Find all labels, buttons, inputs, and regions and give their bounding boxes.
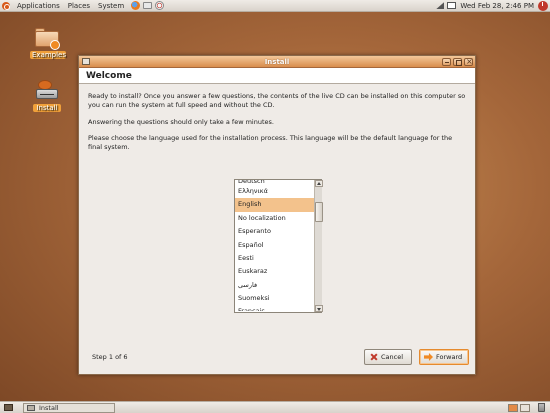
cancel-button[interactable]: Cancel bbox=[364, 349, 412, 365]
cancel-label: Cancel bbox=[381, 353, 404, 361]
install-window: Install Welcome Ready to install? Once y… bbox=[78, 55, 476, 375]
install-drive-icon[interactable] bbox=[36, 80, 58, 104]
window-controls bbox=[440, 57, 473, 66]
top-panel: Applications Places System Wed Feb 28, 2… bbox=[0, 0, 550, 12]
intro-text: Ready to install? Once you answer a few … bbox=[79, 84, 475, 152]
workspace-2[interactable] bbox=[520, 403, 530, 412]
taskbar-label: Install bbox=[39, 403, 59, 412]
list-item[interactable]: Eesti bbox=[235, 252, 321, 265]
page-title: Welcome bbox=[86, 70, 132, 81]
list-item[interactable]: Esperanto bbox=[235, 225, 321, 238]
cancel-icon bbox=[369, 353, 378, 361]
list-item[interactable]: No localization bbox=[235, 212, 321, 225]
list-item[interactable]: Français bbox=[235, 306, 321, 311]
panel-tray: Wed Feb 28, 2:46 PM bbox=[436, 0, 550, 11]
workspace-switcher bbox=[506, 403, 530, 412]
step-indicator: Step 1 of 6 bbox=[92, 353, 128, 361]
menu-applications[interactable]: Applications bbox=[13, 2, 64, 10]
minimize-icon[interactable] bbox=[442, 57, 451, 66]
scroll-down-icon[interactable] bbox=[315, 305, 323, 312]
show-desktop-icon[interactable] bbox=[4, 404, 13, 411]
power-icon[interactable] bbox=[538, 0, 548, 11]
help-icon[interactable] bbox=[155, 1, 165, 10]
install-label[interactable]: Install bbox=[33, 104, 61, 112]
clock[interactable]: Wed Feb 28, 2:46 PM bbox=[460, 2, 534, 10]
forward-label: Forward bbox=[436, 353, 463, 361]
language-list[interactable]: Deutsch Ελληνικά English No localization… bbox=[234, 179, 322, 313]
firefox-icon[interactable] bbox=[131, 1, 141, 10]
network-icon[interactable] bbox=[436, 2, 445, 9]
list-item[interactable]: Suomeksi bbox=[235, 292, 321, 305]
install-task-icon bbox=[27, 404, 35, 411]
mail-icon[interactable] bbox=[143, 2, 153, 9]
forward-arrow-icon bbox=[424, 353, 433, 361]
menu-places[interactable]: Places bbox=[64, 2, 94, 10]
list-item[interactable]: فارسی bbox=[235, 279, 321, 292]
examples-folder-icon[interactable] bbox=[35, 27, 60, 50]
forward-button[interactable]: Forward bbox=[419, 349, 469, 365]
trash-icon[interactable] bbox=[538, 403, 545, 412]
bottom-panel: Install bbox=[0, 401, 550, 413]
intro-paragraph-1: Ready to install? Once you answer a few … bbox=[88, 92, 466, 109]
scroll-thumb[interactable] bbox=[315, 202, 323, 222]
scroll-up-icon[interactable] bbox=[315, 180, 323, 187]
close-icon[interactable] bbox=[464, 57, 473, 66]
ubuntu-logo-icon[interactable] bbox=[2, 1, 10, 10]
intro-paragraph-3: Please choose the language used for the … bbox=[88, 134, 453, 152]
maximize-icon[interactable] bbox=[453, 57, 462, 66]
window-titlebar[interactable]: Install bbox=[79, 56, 475, 68]
examples-label[interactable]: Examples bbox=[30, 51, 66, 59]
list-item[interactable]: Español bbox=[235, 239, 321, 252]
intro-paragraph-2: Answering the questions should only take… bbox=[88, 117, 274, 126]
window-title: Install bbox=[264, 57, 290, 66]
menu-system[interactable]: System bbox=[94, 2, 128, 10]
notification-mail-icon[interactable] bbox=[447, 2, 457, 9]
list-item[interactable]: Euskaraz bbox=[235, 265, 321, 278]
language-scrollbar[interactable] bbox=[314, 180, 323, 312]
list-item-selected[interactable]: English bbox=[235, 198, 321, 212]
page-header: Welcome bbox=[79, 68, 475, 84]
workspace-1[interactable] bbox=[508, 403, 518, 412]
link-badge-icon bbox=[50, 40, 60, 50]
list-item[interactable]: Ελληνικά bbox=[235, 185, 321, 198]
taskbar-install-button[interactable]: Install bbox=[23, 402, 115, 413]
